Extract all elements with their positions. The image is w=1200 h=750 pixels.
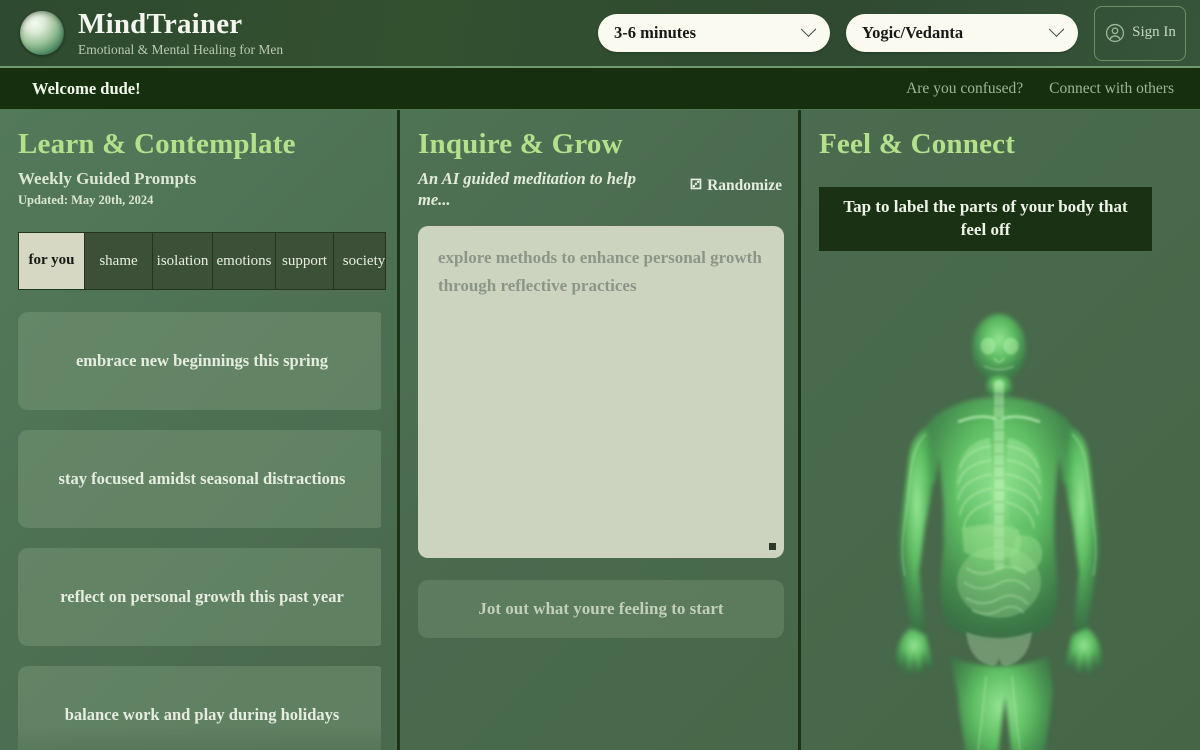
meditation-placeholder: explore methods to enhance personal grow…: [438, 244, 764, 300]
inquire-subtitle: An AI guided meditation to help me...: [418, 169, 668, 210]
chevron-down-icon: [801, 21, 817, 37]
duration-select-value: 3-6 minutes: [614, 23, 696, 43]
column-feel-inner: Feel & Connect Tap to label the parts of…: [801, 110, 1197, 750]
app-header: MindTrainer Emotional & Mental Healing f…: [0, 0, 1200, 68]
tab-for-you[interactable]: for you: [19, 233, 85, 289]
inquire-subtitle-row: An AI guided meditation to help me... ⚂ …: [418, 169, 782, 210]
prompt-card[interactable]: reflect on personal growth this past yea…: [18, 548, 381, 646]
tradition-select-value: Yogic/Vedanta: [862, 23, 963, 43]
die-icon: ⚂: [690, 179, 702, 193]
prompt-card-list: embrace new beginnings this spring stay …: [18, 312, 381, 750]
welcome-links: Are you confused? Connect with others: [906, 80, 1186, 98]
user-circle-icon: [1104, 22, 1126, 44]
brand-text: MindTrainer Emotional & Mental Healing f…: [78, 9, 283, 58]
app-tagline: Emotional & Mental Healing for Men: [78, 43, 283, 57]
tab-shame[interactable]: shame: [85, 233, 153, 289]
prompt-card[interactable]: stay focused amidst seasonal distraction…: [18, 430, 381, 528]
main-columns: Learn & Contemplate Weekly Guided Prompt…: [0, 110, 1200, 750]
randomize-label: Randomize: [707, 177, 782, 195]
inquire-title: Inquire & Grow: [418, 128, 782, 161]
sign-in-label: Sign In: [1132, 24, 1176, 41]
learn-title: Learn & Contemplate: [18, 128, 381, 161]
learn-subtitle: Weekly Guided Prompts: [18, 169, 381, 189]
topic-tabs: for you shame isolation emotions support…: [18, 232, 386, 290]
randomize-button[interactable]: ⚂ Randomize: [690, 177, 782, 195]
tradition-select[interactable]: Yogic/Vedanta: [846, 14, 1078, 52]
header-controls: 3-6 minutes Yogic/Vedanta Sign In: [598, 6, 1186, 61]
column-inquire: Inquire & Grow An AI guided meditation t…: [400, 110, 801, 750]
column-learn-inner: Learn & Contemplate Weekly Guided Prompt…: [0, 110, 397, 750]
chevron-down-icon: [1049, 21, 1065, 37]
resize-handle-icon[interactable]: [769, 543, 776, 550]
tab-society[interactable]: society: [334, 233, 386, 289]
welcome-greeting: Welcome dude!: [32, 79, 141, 99]
app-root: MindTrainer Emotional & Mental Healing f…: [0, 0, 1200, 750]
sphere-orb-logo-icon: [20, 11, 64, 55]
learn-updated: Updated: May 20th, 2024: [18, 193, 381, 208]
sign-in-button[interactable]: Sign In: [1094, 6, 1186, 61]
prompt-card[interactable]: balance work and play during holidays: [18, 666, 381, 750]
column-feel: Feel & Connect Tap to label the parts of…: [801, 110, 1197, 750]
duration-select[interactable]: 3-6 minutes: [598, 14, 830, 52]
meditation-input[interactable]: explore methods to enhance personal grow…: [418, 226, 784, 558]
confused-link[interactable]: Are you confused?: [906, 80, 1023, 98]
app-title: MindTrainer: [78, 9, 283, 39]
brand[interactable]: MindTrainer Emotional & Mental Healing f…: [20, 9, 283, 58]
start-meditation-button[interactable]: Jot out what youre feeling to start: [418, 580, 784, 638]
tab-emotions[interactable]: emotions: [213, 233, 276, 289]
connect-link[interactable]: Connect with others: [1049, 80, 1174, 98]
tab-support[interactable]: support: [276, 233, 334, 289]
tab-isolation[interactable]: isolation: [153, 233, 213, 289]
column-learn: Learn & Contemplate Weekly Guided Prompt…: [0, 110, 400, 750]
prompt-card[interactable]: embrace new beginnings this spring: [18, 312, 381, 410]
body-label-banner[interactable]: Tap to label the parts of your body that…: [819, 187, 1152, 251]
welcome-bar: Welcome dude! Are you confused? Connect …: [0, 68, 1200, 110]
feel-title: Feel & Connect: [819, 128, 1181, 161]
column-inquire-inner: Inquire & Grow An AI guided meditation t…: [400, 110, 798, 750]
